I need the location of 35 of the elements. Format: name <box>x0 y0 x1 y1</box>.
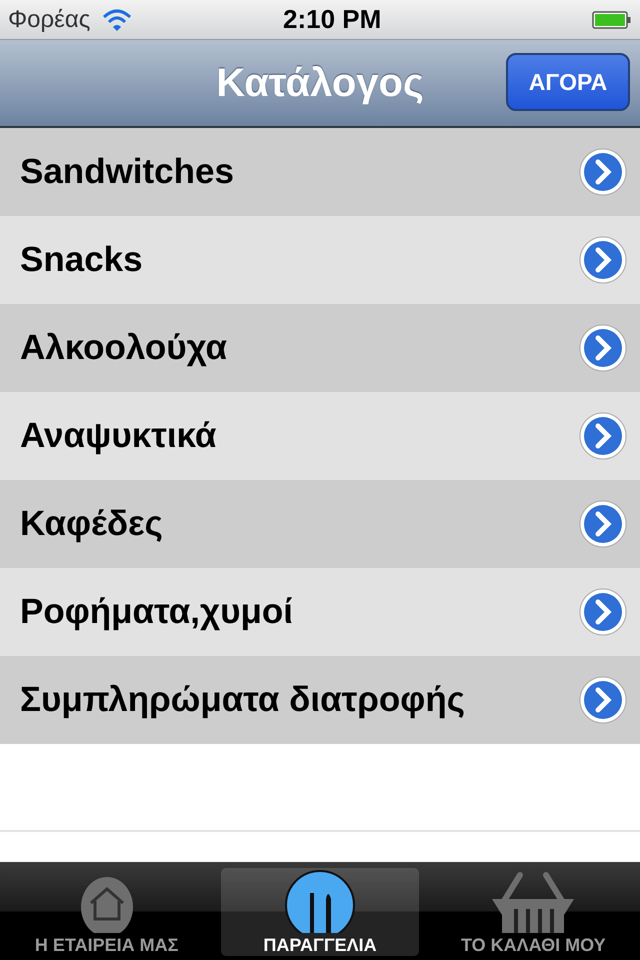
buy-button[interactable]: ΑΓΟΡΑ <box>506 53 630 111</box>
wifi-icon <box>102 8 132 30</box>
tab[interactable]: Η ΕΤΑΙΡΕΙΑ ΜΑΣ <box>8 868 206 956</box>
list-row[interactable]: Αλκοολούχα <box>0 304 640 392</box>
tab[interactable]: ΠΑΡΑΓΓΕΛΙΑ <box>221 868 419 956</box>
nav-title: Κατάλογος <box>216 60 424 106</box>
list-row[interactable]: Καφέδες <box>0 480 640 568</box>
list-row[interactable]: Ροφήματα,χυμοί <box>0 568 640 656</box>
row-label: Συμπληρώματα διατροφής <box>20 680 466 720</box>
list-row[interactable]: Sandwitches <box>0 128 640 216</box>
row-label: Sandwitches <box>20 152 235 192</box>
cutlery-icon <box>284 869 356 933</box>
disclosure-icon[interactable] <box>578 411 628 461</box>
row-label: Snacks <box>20 240 144 280</box>
disclosure-icon[interactable] <box>578 235 628 285</box>
disclosure-icon[interactable] <box>578 675 628 725</box>
disclosure-icon[interactable] <box>578 499 628 549</box>
basket-icon <box>490 871 576 933</box>
tab-label: ΤΟ ΚΑΛΑΘΙ ΜΟΥ <box>460 935 606 956</box>
list-row[interactable]: Snacks <box>0 216 640 304</box>
disclosure-icon[interactable] <box>578 323 628 373</box>
row-label: Αλκοολούχα <box>20 328 228 368</box>
status-time: 2:10 PM <box>282 4 382 35</box>
row-label: Αναψυκτικά <box>20 416 218 456</box>
disclosure-icon[interactable] <box>578 587 628 637</box>
list-row[interactable]: Αναψυκτικά <box>0 392 640 480</box>
row-label: Ροφήματα,χυμοί <box>20 592 294 632</box>
disclosure-icon[interactable] <box>578 147 628 197</box>
tab-label: Η ΕΤΑΙΡΕΙΑ ΜΑΣ <box>34 935 178 956</box>
tab[interactable]: ΤΟ ΚΑΛΑΘΙ ΜΟΥ <box>434 868 632 956</box>
battery-icon <box>592 10 632 30</box>
row-label: Καφέδες <box>20 504 164 544</box>
tab-label: ΠΑΡΑΓΓΕΛΙΑ <box>263 935 377 956</box>
list-row[interactable]: Συμπληρώματα διατροφής <box>0 656 640 744</box>
carrier-name: Φορέας <box>8 6 90 34</box>
